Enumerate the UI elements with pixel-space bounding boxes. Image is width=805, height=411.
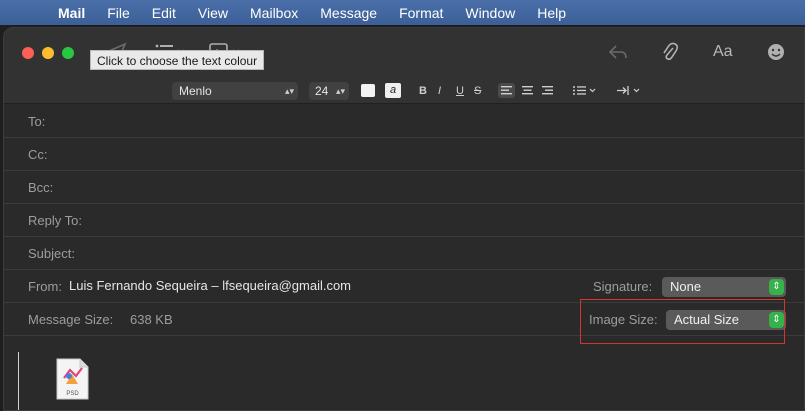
text-colour-tooltip: Click to choose the text colour [90, 50, 265, 70]
menu-mailbox[interactable]: Mailbox [250, 5, 298, 21]
emoji-icon[interactable] [766, 42, 786, 65]
align-right-icon[interactable] [539, 83, 556, 98]
font-size-value: 24 [315, 84, 329, 98]
psd-label: PSD [66, 391, 79, 397]
menu-app-mail[interactable]: Mail [58, 5, 85, 21]
font-family-select[interactable]: Menlo ▴▾ [172, 82, 298, 100]
close-button[interactable] [22, 47, 34, 59]
reply-to-field[interactable]: Reply To: [4, 204, 804, 237]
fonts-icon[interactable]: Aa [713, 44, 733, 60]
align-center-icon[interactable] [519, 83, 536, 98]
bcc-label: Bcc: [28, 180, 54, 195]
list-style-icon[interactable] [571, 83, 599, 98]
stepper-icon: ⇕ [769, 279, 784, 295]
subject-label: Subject: [28, 246, 75, 261]
signature-value: None [670, 279, 702, 294]
message-size-label: Message Size: [28, 312, 114, 327]
to-label: To: [28, 114, 46, 129]
attachment-icon[interactable] [661, 42, 679, 67]
bold-icon[interactable]: B [419, 82, 427, 100]
from-value[interactable]: Luis Fernando Sequeira – lfsequeira@gmai… [69, 278, 351, 293]
menu-view[interactable]: View [198, 5, 228, 21]
menu-edit[interactable]: Edit [152, 5, 176, 21]
menu-help[interactable]: Help [537, 5, 566, 21]
italic-icon[interactable]: I [438, 82, 441, 100]
signature-label: Signature: [593, 279, 653, 294]
zoom-button[interactable] [62, 47, 74, 59]
text-cursor [18, 352, 19, 410]
underline-icon[interactable]: U [456, 82, 464, 100]
bcc-field[interactable]: Bcc: [4, 171, 804, 204]
minimize-button[interactable] [42, 47, 54, 59]
cc-field[interactable]: Cc: [4, 138, 804, 171]
menu-message[interactable]: Message [320, 5, 377, 21]
strikethrough-icon[interactable]: S [474, 82, 481, 100]
highlight-box [580, 299, 785, 344]
menu-format[interactable]: Format [399, 5, 443, 21]
reply-icon[interactable] [608, 43, 628, 64]
menu-file[interactable]: File [107, 5, 130, 21]
align-left-icon[interactable] [498, 83, 515, 98]
cc-label: Cc: [28, 147, 48, 162]
background-colour-swatch[interactable] [361, 84, 375, 97]
select-arrows-icon: ▴▾ [284, 86, 294, 96]
message-size-value: 638 KB [130, 312, 173, 327]
compose-window: Click to choose the text colour Aa Menlo… [3, 27, 805, 411]
toolbar: Click to choose the text colour Aa Menlo… [4, 28, 804, 104]
to-field[interactable]: To: [4, 105, 804, 138]
text-colour-button[interactable]: a [385, 83, 401, 98]
psd-attachment-icon[interactable]: PSD [56, 358, 89, 400]
reply-to-label: Reply To: [28, 213, 82, 228]
font-size-select[interactable]: 24 ▴▾ [309, 82, 349, 100]
indent-icon[interactable] [615, 83, 643, 98]
select-arrows-icon: ▴▾ [335, 86, 345, 96]
menu-window[interactable]: Window [465, 5, 515, 21]
subject-field[interactable]: Subject: [4, 237, 804, 270]
menu-bar: Mail File Edit View Mailbox Message Form… [0, 0, 805, 25]
signature-select[interactable]: None ⇕ [662, 277, 786, 297]
from-label: From: [28, 279, 62, 294]
font-family-value: Menlo [179, 84, 212, 98]
